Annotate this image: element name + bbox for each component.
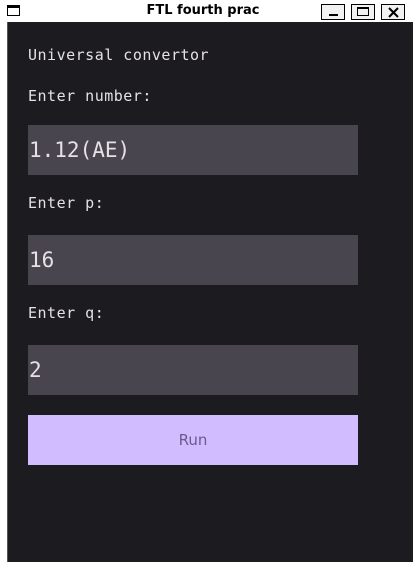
p-input[interactable] — [28, 235, 358, 285]
number-label: Enter number: — [28, 87, 152, 105]
converter-panel: Universal convertor Enter number: Enter … — [7, 22, 413, 562]
app-heading: Universal convertor — [28, 46, 210, 64]
app-window: FTL fourth prac Universal convertor Ente… — [0, 0, 414, 562]
run-button[interactable]: Run — [28, 415, 358, 465]
title-bar[interactable]: FTL fourth prac — [0, 0, 414, 22]
close-icon — [388, 7, 399, 18]
maximize-button[interactable] — [351, 4, 375, 20]
close-button[interactable] — [381, 4, 405, 20]
q-input[interactable] — [28, 345, 358, 395]
p-label: Enter p: — [28, 194, 105, 212]
minimize-button[interactable] — [321, 4, 345, 20]
q-label: Enter q: — [28, 304, 105, 322]
number-input[interactable] — [28, 125, 358, 175]
